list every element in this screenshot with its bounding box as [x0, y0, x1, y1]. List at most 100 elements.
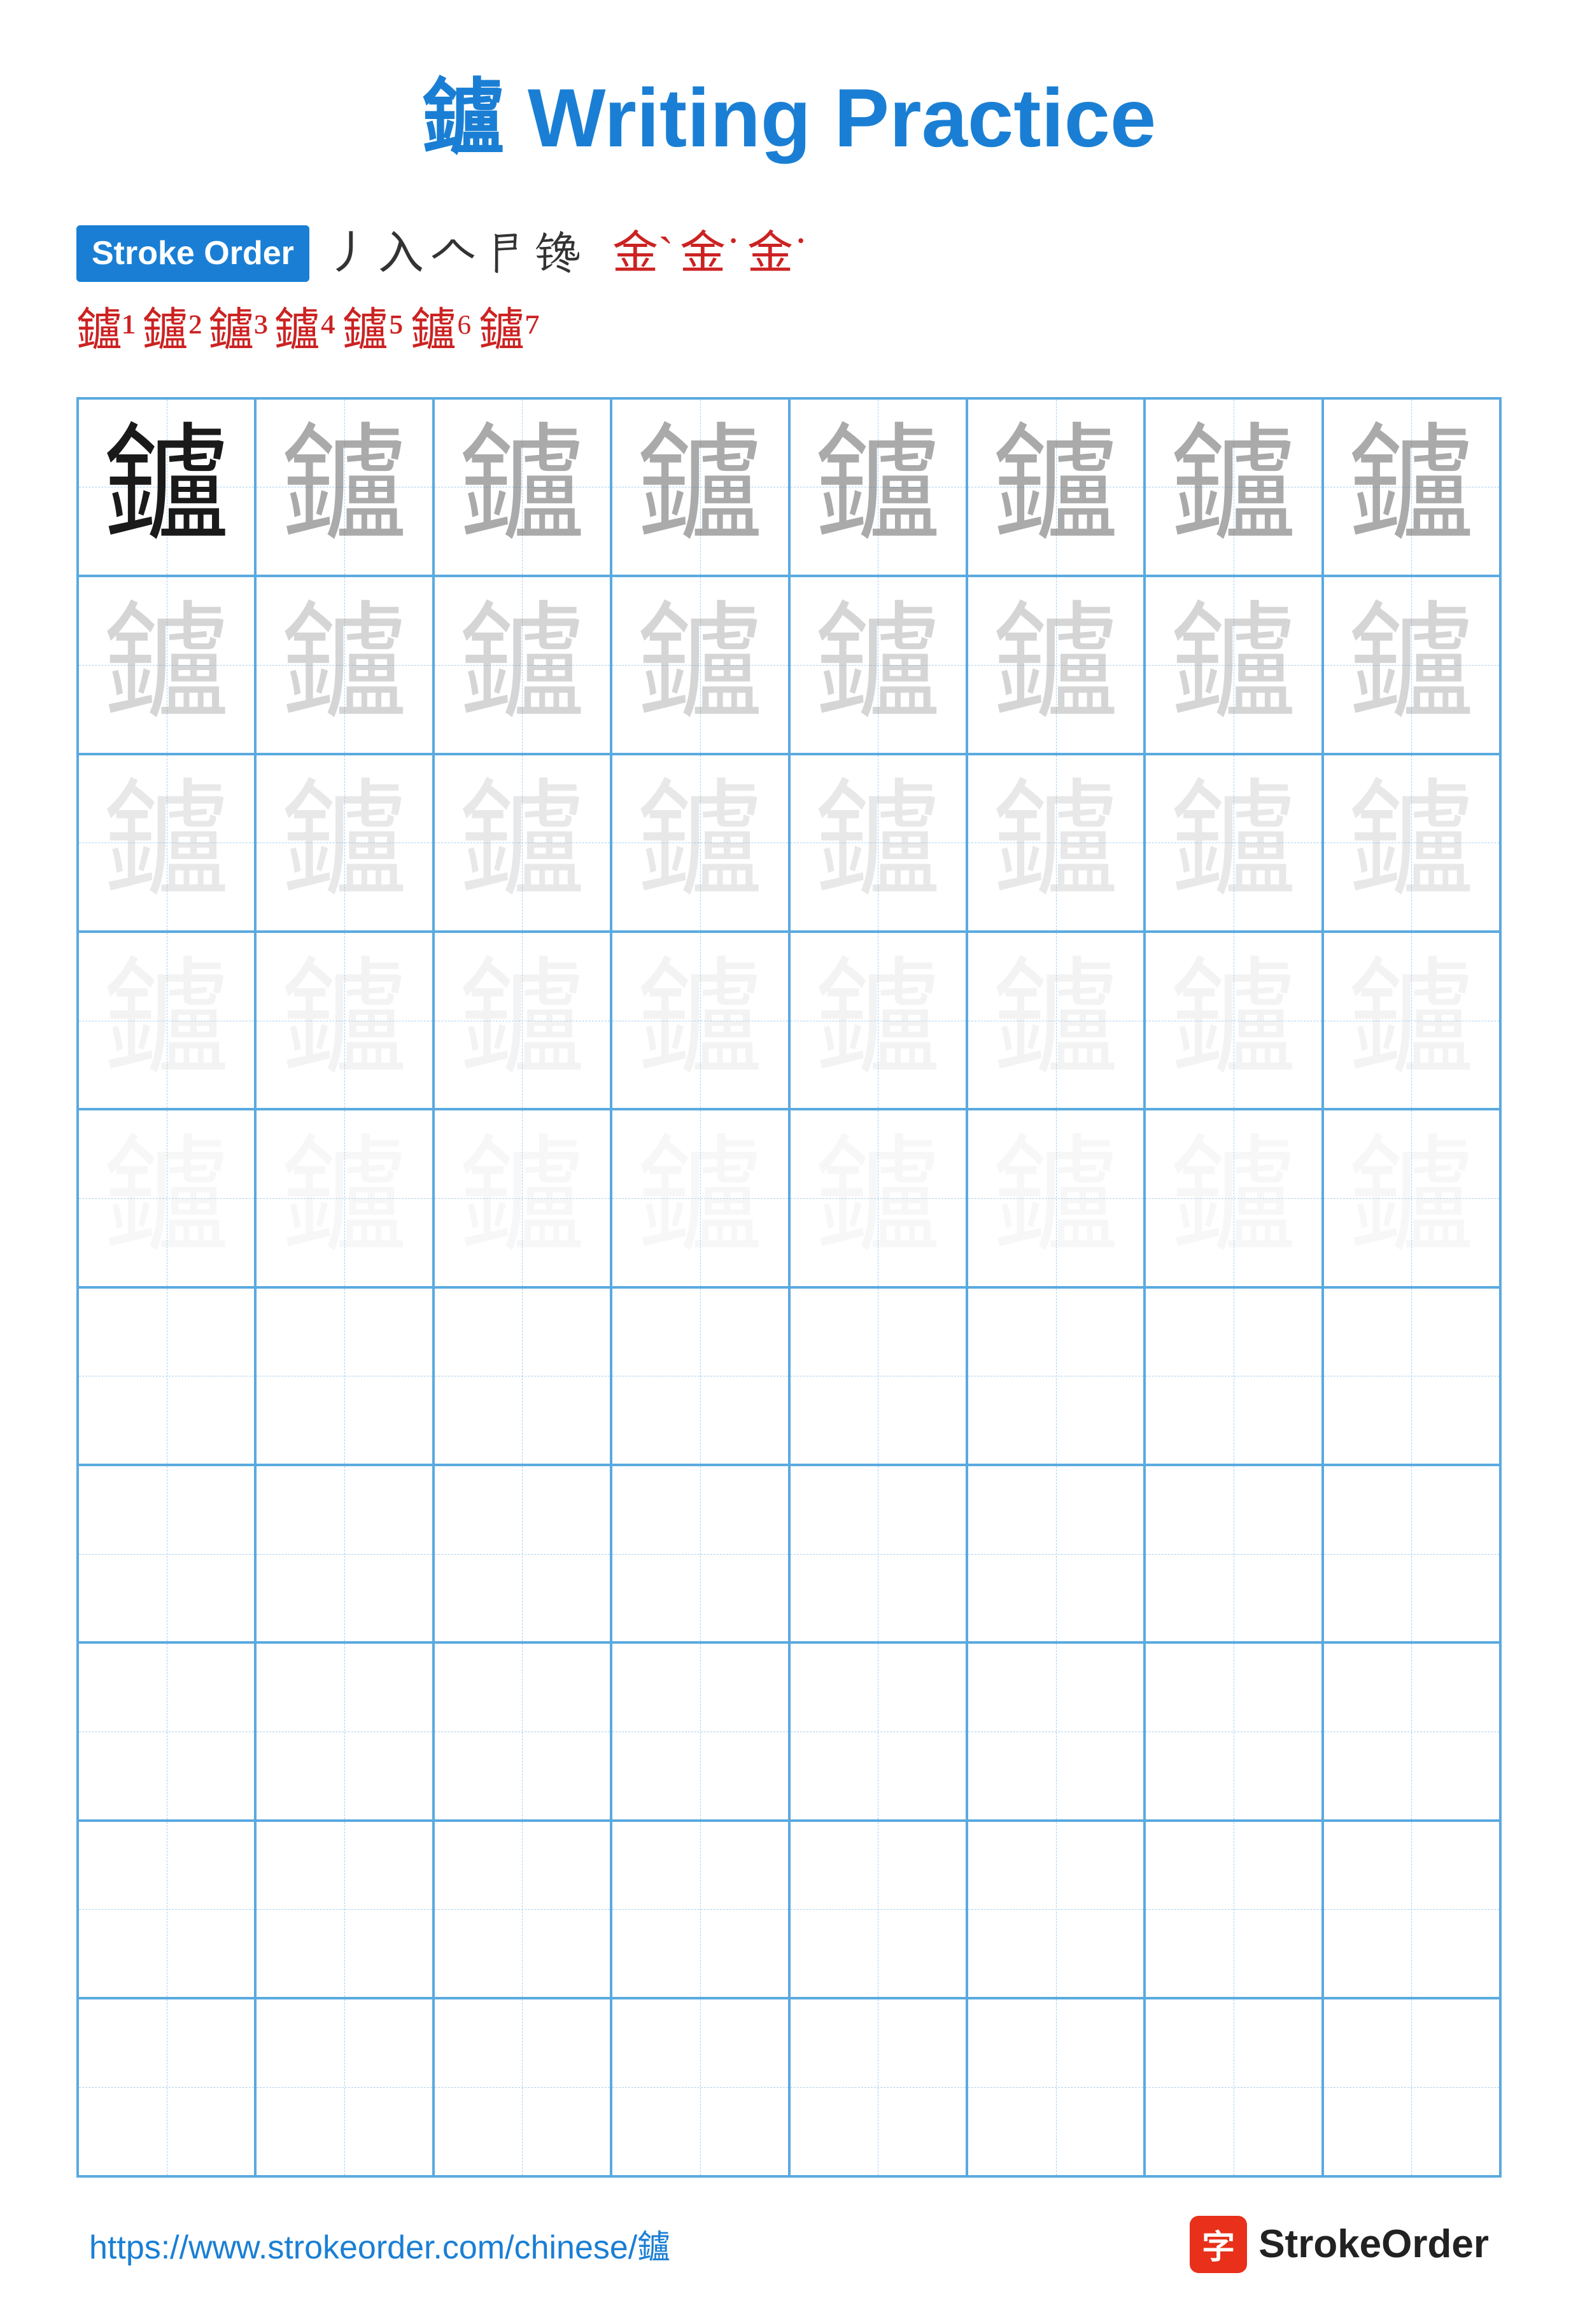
grid-cell[interactable]	[78, 1821, 255, 1998]
grid-cell[interactable]: 鑪	[1323, 754, 1500, 932]
grid-cell[interactable]: 鑪	[433, 932, 611, 1109]
grid-cell[interactable]: 鑪	[255, 398, 433, 576]
grid-cell[interactable]	[78, 1287, 255, 1465]
grid-cell[interactable]: 鑪	[255, 754, 433, 932]
grid-cell[interactable]: 鑪	[789, 754, 967, 932]
grid-cell[interactable]	[433, 1642, 611, 1820]
grid-cell[interactable]: 鑪	[1145, 576, 1322, 753]
character-faint: 鑪	[1170, 779, 1297, 906]
grid-cell[interactable]: 鑪	[78, 576, 255, 753]
grid-cell[interactable]: 鑪	[433, 1109, 611, 1287]
grid-cell[interactable]: 鑪	[255, 932, 433, 1109]
grid-cell[interactable]: 鑪	[1145, 398, 1322, 576]
grid-cell[interactable]	[1323, 1642, 1500, 1820]
grid-cell[interactable]: 鑪	[78, 1109, 255, 1287]
grid-cell[interactable]	[967, 1998, 1145, 2176]
grid-cell[interactable]	[789, 1642, 967, 1820]
character-faint: 鑪	[103, 779, 230, 906]
character-faint: 鑪	[814, 601, 941, 729]
grid-cell[interactable]: 鑪	[433, 398, 611, 576]
grid-cell[interactable]	[255, 1821, 433, 1998]
grid-cell[interactable]: 鑪	[78, 398, 255, 576]
grid-cell[interactable]: 鑪	[1323, 398, 1500, 576]
grid-cell[interactable]: 鑪	[611, 1109, 789, 1287]
grid-cell[interactable]: 鑪	[967, 932, 1145, 1109]
grid-cell[interactable]	[611, 1465, 789, 1642]
grid-cell[interactable]	[789, 1465, 967, 1642]
grid-cell[interactable]	[967, 1642, 1145, 1820]
grid-cell[interactable]: 鑪	[78, 932, 255, 1109]
grid-cell[interactable]	[433, 1287, 611, 1465]
grid-cell[interactable]	[1145, 1821, 1322, 1998]
grid-cell[interactable]	[789, 1998, 967, 2176]
grid-cell[interactable]	[789, 1821, 967, 1998]
character-faint: 鑪	[458, 601, 586, 729]
grid-cell[interactable]	[78, 1998, 255, 2176]
grid-cell[interactable]	[255, 1642, 433, 1820]
grid-cell[interactable]	[1145, 1642, 1322, 1820]
grid-row-8	[78, 1642, 1500, 1820]
character-faint: 鑪	[1170, 601, 1297, 729]
grid-cell[interactable]: 鑪	[789, 576, 967, 753]
grid-cell[interactable]: 鑪	[1323, 932, 1500, 1109]
grid-cell[interactable]: 鑪	[1145, 1109, 1322, 1287]
grid-cell[interactable]	[433, 1998, 611, 2176]
grid-cell[interactable]	[967, 1287, 1145, 1465]
grid-cell[interactable]: 鑪	[611, 932, 789, 1109]
grid-cell[interactable]: 鑪	[1323, 1109, 1500, 1287]
grid-cell[interactable]: 鑪	[1145, 754, 1322, 932]
grid-cell[interactable]	[255, 1998, 433, 2176]
grid-cell[interactable]: 鑪	[433, 576, 611, 753]
grid-cell[interactable]: 鑪	[611, 576, 789, 753]
stroke-18: 鑪⁶	[411, 292, 472, 359]
grid-cell[interactable]	[1323, 1821, 1500, 1998]
grid-cell[interactable]	[611, 1998, 789, 2176]
grid-cell[interactable]: 鑪	[967, 754, 1145, 932]
grid-row-10	[78, 1998, 1500, 2176]
grid-cell[interactable]	[1145, 1998, 1322, 2176]
character-faint: 鑪	[281, 423, 408, 550]
grid-cell[interactable]: 鑪	[967, 1109, 1145, 1287]
grid-cell[interactable]	[78, 1465, 255, 1642]
grid-cell[interactable]	[1323, 1998, 1500, 2176]
grid-cell[interactable]	[1323, 1465, 1500, 1642]
grid-cell[interactable]: 鑪	[255, 1109, 433, 1287]
grid-cell[interactable]: 鑪	[789, 398, 967, 576]
title-character: 鑪	[422, 71, 505, 164]
footer-url[interactable]: https://www.strokeorder.com/chinese/鑪	[89, 2220, 670, 2268]
grid-cell[interactable]	[611, 1642, 789, 1820]
grid-cell[interactable]: 鑪	[789, 1109, 967, 1287]
character-faint: 鑪	[1348, 423, 1475, 550]
character-faint: 鑪	[103, 1135, 230, 1262]
grid-cell[interactable]: 鑪	[611, 754, 789, 932]
character-faint: 鑪	[814, 423, 941, 550]
grid-cell[interactable]	[611, 1287, 789, 1465]
grid-cell[interactable]: 鑪	[1145, 932, 1322, 1109]
grid-cell[interactable]	[255, 1287, 433, 1465]
grid-cell[interactable]: 鑪	[611, 398, 789, 576]
grid-cell[interactable]	[789, 1287, 967, 1465]
stroke-1: 丿	[326, 221, 372, 286]
grid-row-9	[78, 1821, 1500, 1998]
grid-cell[interactable]	[433, 1821, 611, 1998]
grid-cell[interactable]	[78, 1642, 255, 1820]
grid-cell[interactable]	[1145, 1465, 1322, 1642]
grid-cell[interactable]: 鑪	[255, 576, 433, 753]
grid-cell[interactable]	[967, 1821, 1145, 1998]
page-title: 鑪 Writing Practice	[422, 51, 1156, 171]
footer-logo-text: StrokeOrder	[1258, 2222, 1489, 2267]
grid-cell[interactable]	[967, 1465, 1145, 1642]
character-faint: 鑪	[458, 1135, 586, 1262]
grid-cell[interactable]	[1323, 1287, 1500, 1465]
grid-cell[interactable]	[433, 1465, 611, 1642]
grid-cell[interactable]	[611, 1821, 789, 1998]
grid-cell[interactable]: 鑪	[967, 576, 1145, 753]
grid-cell[interactable]: 鑪	[789, 932, 967, 1109]
grid-cell[interactable]: 鑪	[78, 754, 255, 932]
grid-cell[interactable]: 鑪	[1323, 576, 1500, 753]
grid-cell[interactable]	[1145, 1287, 1322, 1465]
grid-cell[interactable]: 鑪	[433, 754, 611, 932]
grid-cell[interactable]	[255, 1465, 433, 1642]
character-faint: 鑪	[103, 957, 230, 1084]
grid-cell[interactable]: 鑪	[967, 398, 1145, 576]
